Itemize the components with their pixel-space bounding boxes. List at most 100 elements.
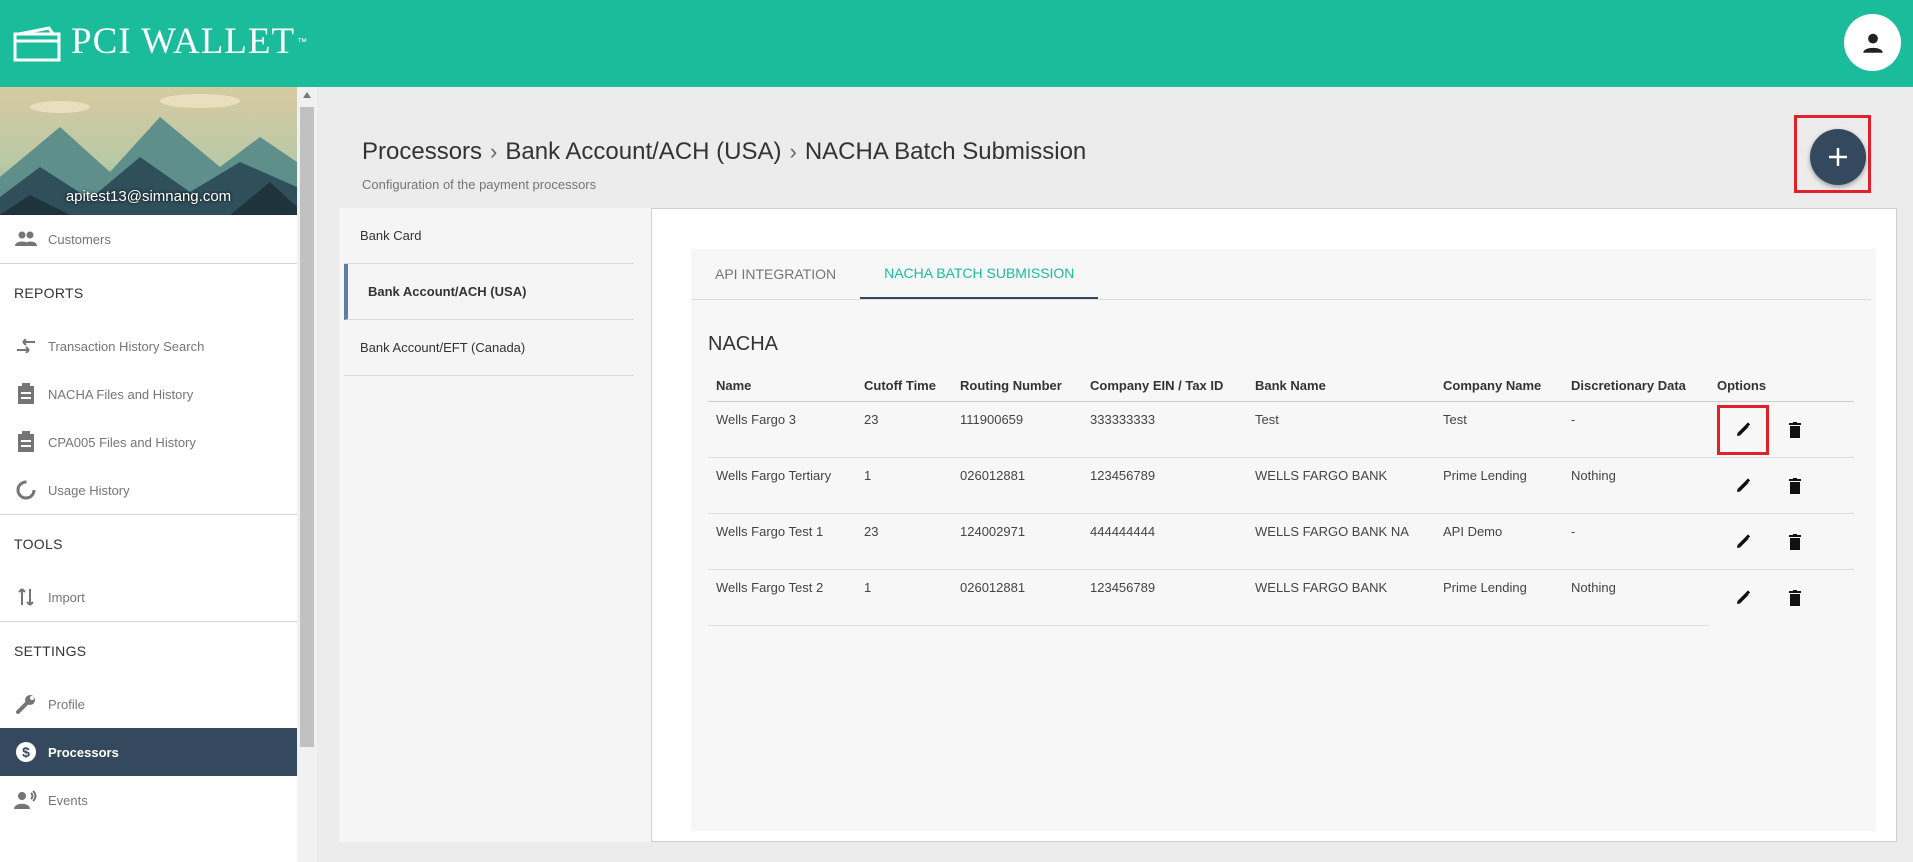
cell-options xyxy=(1709,570,1854,626)
table-row: Wells Fargo Test 1 23 124002971 44444444… xyxy=(708,513,1854,570)
page-subtitle: Configuration of the payment processors xyxy=(362,177,597,192)
reports-header: REPORTS xyxy=(14,285,84,301)
column-header: Routing Number xyxy=(952,369,1082,402)
tab-api-integration[interactable]: API INTEGRATION xyxy=(691,249,860,299)
cell-ein: 444444444 xyxy=(1082,513,1247,570)
top-bar: PCI WALLET ™ xyxy=(0,0,1913,87)
sidebar: apitest13@simnang.com Customers REPORTS … xyxy=(0,87,297,862)
sidebar-item-events[interactable]: Events xyxy=(0,776,297,824)
account-button[interactable] xyxy=(1844,14,1901,71)
cell-cutoff: 1 xyxy=(856,457,952,514)
processor-item-eft-canada[interactable]: Bank Account/EFT (Canada) xyxy=(344,320,634,376)
cell-options xyxy=(1709,457,1854,514)
sidebar-item-transaction-history-search[interactable]: Transaction History Search xyxy=(0,322,297,370)
svg-text:$: $ xyxy=(22,744,30,760)
tab-nacha-batch-submission[interactable]: NACHA BATCH SUBMISSION xyxy=(860,249,1099,299)
cell-bank: WELLS FARGO BANK NA xyxy=(1247,513,1435,570)
cell-discretionary: Nothing xyxy=(1563,569,1709,626)
pencil-icon xyxy=(1737,590,1751,604)
content-panel: API INTEGRATION NACHA BATCH SUBMISSION N… xyxy=(691,249,1876,831)
cell-routing: 026012881 xyxy=(952,569,1082,626)
trademark: ™ xyxy=(297,37,308,48)
edit-button[interactable] xyxy=(1717,461,1769,511)
delete-button[interactable] xyxy=(1769,517,1821,567)
content-card: API INTEGRATION NACHA BATCH SUBMISSION N… xyxy=(651,208,1897,842)
delete-button[interactable] xyxy=(1769,573,1821,623)
column-header: Company Name xyxy=(1435,369,1563,402)
cell-discretionary: - xyxy=(1563,513,1709,570)
sidebar-item-label: Customers xyxy=(48,231,111,247)
wrench-icon xyxy=(14,692,38,716)
add-button[interactable] xyxy=(1810,129,1866,185)
sidebar-item-cpa005-files[interactable]: CPA005 Files and History xyxy=(0,418,297,466)
breadcrumb-nacha: NACHA Batch Submission xyxy=(804,138,1087,165)
table-row: Wells Fargo Tertiary 1 026012881 1234567… xyxy=(708,457,1854,514)
column-header: Name xyxy=(708,369,856,402)
cell-bank: WELLS FARGO BANK xyxy=(1247,569,1435,626)
sidebar-scrollbar[interactable] xyxy=(297,87,317,862)
clipboard-icon xyxy=(14,382,38,406)
sidebar-item-import[interactable]: Import xyxy=(0,573,297,621)
app-logo[interactable]: PCI WALLET ™ xyxy=(13,22,307,62)
column-header: Discretionary Data xyxy=(1563,369,1709,402)
app-name: PCI WALLET xyxy=(71,21,296,62)
sidebar-item-label: Usage History xyxy=(48,482,130,498)
clipboard-icon xyxy=(14,430,38,454)
trash-icon xyxy=(1789,477,1801,494)
column-header: Bank Name xyxy=(1247,369,1435,402)
sidebar-item-label: Events xyxy=(48,792,88,808)
edit-button[interactable] xyxy=(1717,517,1769,567)
cell-ein: 123456789 xyxy=(1082,569,1247,626)
processor-item-bank-card[interactable]: Bank Card xyxy=(344,208,634,264)
cell-cutoff: 1 xyxy=(856,569,952,626)
cell-bank: Test xyxy=(1247,401,1435,458)
edit-button[interactable] xyxy=(1717,404,1769,455)
cell-options xyxy=(1709,401,1854,458)
section-title: NACHA xyxy=(708,333,779,355)
nacha-table: Name Cutoff Time Routing Number Company … xyxy=(708,369,1854,626)
cell-ein: 123456789 xyxy=(1082,457,1247,514)
sidebar-item-label: Profile xyxy=(48,696,85,712)
cell-cutoff: 23 xyxy=(856,401,952,458)
sidebar-item-profile[interactable]: Profile xyxy=(0,680,297,728)
column-header: Cutoff Time xyxy=(856,369,952,402)
cell-company: Prime Lending xyxy=(1435,569,1563,626)
cell-name: Wells Fargo Test 2 xyxy=(708,569,856,626)
pencil-icon xyxy=(1737,477,1751,492)
cell-company: Test xyxy=(1435,401,1563,458)
cell-ein: 333333333 xyxy=(1082,401,1247,458)
sidebar-item-label: Transaction History Search xyxy=(48,338,205,354)
tools-header: TOOLS xyxy=(14,536,63,552)
breadcrumb-processors[interactable]: Processors xyxy=(362,138,482,166)
column-header: Options xyxy=(1709,369,1854,402)
pencil-icon xyxy=(1737,421,1751,436)
column-header: Company EIN / Tax ID xyxy=(1082,369,1247,402)
breadcrumb-bank-account[interactable]: Bank Account/ACH (USA) xyxy=(505,138,781,166)
user-email: apitest13@simnang.com xyxy=(65,188,232,205)
cell-discretionary: - xyxy=(1563,401,1709,458)
processor-item-ach-usa[interactable]: Bank Account/ACH (USA) xyxy=(344,264,634,320)
sidebar-item-label: Processors xyxy=(48,744,119,760)
import-arrows-icon xyxy=(14,585,38,609)
cell-bank: WELLS FARGO BANK xyxy=(1247,457,1435,514)
edit-button[interactable] xyxy=(1717,573,1769,623)
sidebar-item-customers[interactable]: Customers xyxy=(0,215,297,263)
plus-icon xyxy=(1829,148,1847,166)
people-icon xyxy=(14,227,38,251)
trash-icon xyxy=(1789,533,1801,550)
sidebar-item-usage-history[interactable]: Usage History xyxy=(0,466,297,514)
sidebar-item-nacha-files[interactable]: NACHA Files and History xyxy=(0,370,297,418)
tab-bar: API INTEGRATION NACHA BATCH SUBMISSION xyxy=(691,249,1871,300)
scroll-up-icon[interactable] xyxy=(297,91,317,103)
delete-button[interactable] xyxy=(1769,405,1821,455)
cell-name: Wells Fargo Test 1 xyxy=(708,513,856,570)
scroll-thumb[interactable] xyxy=(300,107,314,747)
sidebar-item-processors[interactable]: $ Processors xyxy=(0,728,297,776)
cell-company: API Demo xyxy=(1435,513,1563,570)
cell-name: Wells Fargo Tertiary xyxy=(708,457,856,514)
cell-discretionary: Nothing xyxy=(1563,457,1709,514)
cell-routing: 026012881 xyxy=(952,457,1082,514)
delete-button[interactable] xyxy=(1769,461,1821,511)
table-row: Wells Fargo 3 23 111900659 333333333 Tes… xyxy=(708,401,1854,458)
sidebar-item-label: CPA005 Files and History xyxy=(48,434,196,450)
